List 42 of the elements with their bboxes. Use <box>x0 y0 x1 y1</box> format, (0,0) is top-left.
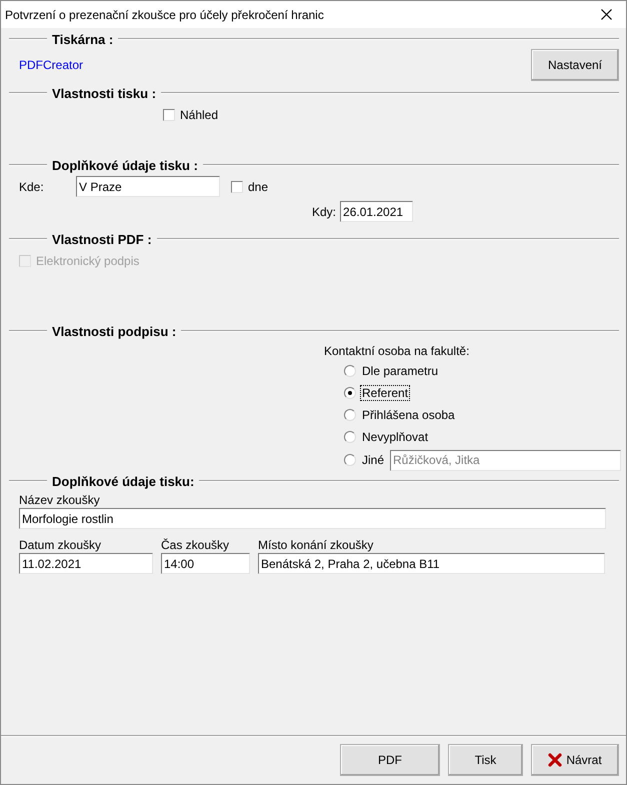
radio-button[interactable] <box>344 408 356 420</box>
field-label: Datum zkoušky <box>19 538 102 552</box>
field-label: Kde: <box>19 180 45 194</box>
input-field[interactable]: 14:00 <box>161 553 250 574</box>
checkbox-label: Náhled <box>180 108 218 122</box>
input-field[interactable]: Morfologie rostlin <box>19 508 606 529</box>
field-label: Název zkoušky <box>19 493 101 507</box>
radio-label: Jiné <box>361 453 386 467</box>
close-icon <box>600 9 612 20</box>
cross-icon <box>548 753 562 767</box>
checkbox[interactable] <box>163 109 175 121</box>
back-button[interactable]: Návrat <box>531 744 619 776</box>
radio-label: Nevyplňovat <box>361 430 430 444</box>
section-heading: Vlastnosti tisku : <box>52 86 156 100</box>
radio-button[interactable] <box>344 386 356 398</box>
action-button[interactable]: PDF <box>340 744 440 776</box>
field-label: Kdy: <box>312 204 336 218</box>
action-button[interactable]: Tisk <box>448 744 523 776</box>
radio-button[interactable] <box>344 430 356 442</box>
field-label: Místo konání zkoušky <box>258 538 374 552</box>
checkbox-label: dne <box>248 180 268 194</box>
input-field[interactable]: Benátská 2, Praha 2, učebna B11 <box>258 553 605 574</box>
checkbox[interactable] <box>231 180 243 192</box>
settings-button[interactable]: Nastavení <box>531 49 619 81</box>
printer-name: PDFCreator <box>19 58 84 72</box>
section-heading: Vlastnosti podpisu : <box>52 324 176 338</box>
input-field[interactable]: 11.02.2021 <box>19 553 153 574</box>
input-field[interactable]: V Praze <box>76 176 220 197</box>
section-heading: Tiskárna : <box>52 32 114 46</box>
group-label: Kontaktní osoba na fakultě: <box>324 344 470 358</box>
field-label: Čas zkoušky <box>161 538 230 552</box>
radio-button[interactable] <box>344 454 356 466</box>
radio-label: Přihlášena osoba <box>361 408 456 422</box>
input-field[interactable]: 26.01.2021 <box>340 201 414 222</box>
section-heading: Doplňkové údaje tisku : <box>52 158 198 172</box>
checkbox-label: Elektronický podpis <box>36 254 140 268</box>
window-title: Potvrzení o prezenační zkoušce pro účely překročení hranic <box>5 8 324 22</box>
radio-label: Referent <box>361 386 410 400</box>
section-heading: Vlastnosti PDF : <box>52 232 152 246</box>
section-heading: Doplňkové údaje tisku: <box>52 474 194 488</box>
radio-button[interactable] <box>344 364 356 376</box>
radio-label: Dle parametru <box>361 364 440 378</box>
